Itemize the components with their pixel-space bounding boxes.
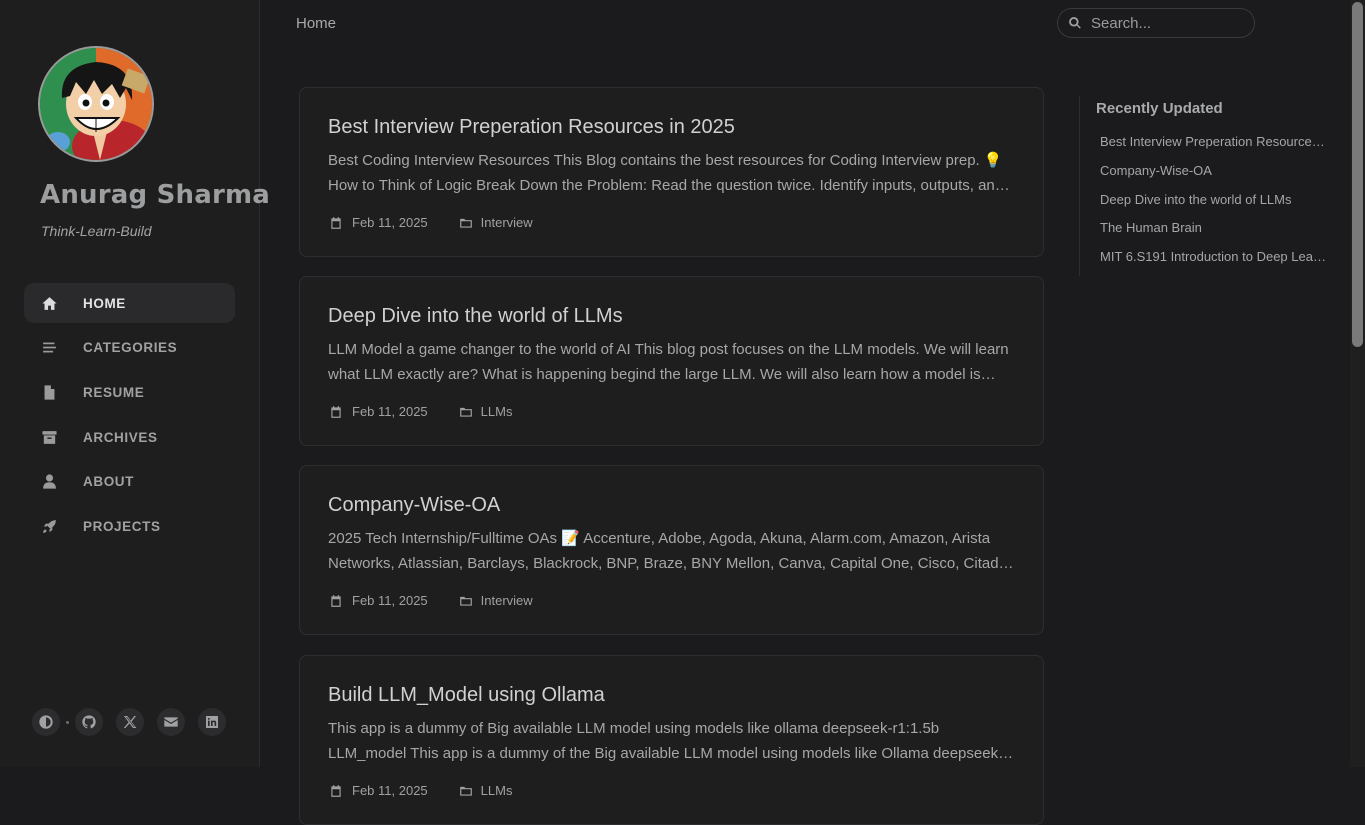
sidebar-item-label: PROJECTS <box>83 518 161 534</box>
post-card[interactable]: Build LLM_Model using Ollama This app is… <box>299 655 1044 825</box>
post-date: Feb 11, 2025 <box>352 404 428 419</box>
post-category[interactable]: LLMs <box>481 404 513 419</box>
scrollbar-thumb[interactable] <box>1352 2 1363 347</box>
sidebar-item-archives[interactable]: ARCHIVES <box>24 417 235 457</box>
search-box[interactable] <box>1057 8 1255 38</box>
file-icon <box>40 383 58 401</box>
sidebar-item-projects[interactable]: PROJECTS <box>24 506 235 546</box>
search-icon <box>1069 17 1081 29</box>
sidebar-item-label: HOME <box>83 295 126 311</box>
post-excerpt: This app is a dummy of Big available LLM… <box>328 720 1004 762</box>
post-title[interactable]: Company-Wise-OA <box>328 494 500 517</box>
page-scrollbar[interactable] <box>1350 0 1365 767</box>
post-excerpt: LLM Model a game changer to the world of… <box>328 341 1009 383</box>
post-card[interactable]: Best Interview Preperation Resources in … <box>299 87 1044 257</box>
calendar-icon <box>331 594 341 607</box>
sidebar-item-about[interactable]: ABOUT <box>24 462 235 502</box>
folder-icon <box>459 596 472 606</box>
sidebar-bottom-links <box>32 706 239 738</box>
folder-icon <box>459 407 472 417</box>
folder-icon <box>459 786 472 796</box>
calendar-icon <box>331 216 341 229</box>
sidebar-item-home[interactable]: HOME <box>24 283 235 323</box>
post-card[interactable]: Deep Dive into the world of LLMs LLM Mod… <box>299 276 1044 446</box>
recent-post-link[interactable]: The Human Brain <box>1100 220 1326 249</box>
calendar-icon <box>331 784 341 797</box>
post-meta: Feb 11, 2025 Interview <box>329 593 533 608</box>
stream-icon <box>40 339 58 357</box>
site-title[interactable]: Anurag Sharma <box>40 180 270 210</box>
site-subtitle: Think-Learn-Build <box>41 223 152 239</box>
sidebar-nav: HOME CATEGORIES RESUME ARCHIVES ABOUT PR… <box>24 283 235 551</box>
user-icon <box>40 473 58 491</box>
post-meta: Feb 11, 2025 LLMs <box>329 783 512 798</box>
recently-updated-heading: Recently Updated <box>1096 100 1223 117</box>
calendar-icon <box>331 405 341 418</box>
recently-updated-list: Best Interview Preperation Resources in … <box>1100 134 1326 278</box>
post-title[interactable]: Build LLM_Model using Ollama <box>328 684 605 707</box>
post-date: Feb 11, 2025 <box>352 783 428 798</box>
post-category[interactable]: Interview <box>481 593 533 608</box>
recent-post-link[interactable]: Company-Wise-OA <box>1100 163 1326 192</box>
post-date: Feb 11, 2025 <box>352 215 428 230</box>
search-input[interactable] <box>1089 13 1243 33</box>
post-date: Feb 11, 2025 <box>352 593 428 608</box>
archive-icon <box>40 428 58 446</box>
post-title[interactable]: Deep Dive into the world of LLMs <box>328 305 623 328</box>
separator-dot <box>66 720 69 724</box>
github-icon[interactable] <box>75 708 103 736</box>
linkedin-icon[interactable] <box>198 708 226 736</box>
theme-toggle-icon[interactable] <box>32 708 60 736</box>
rocket-icon <box>40 517 58 535</box>
post-excerpt: 2025 Tech Internship/Fulltime OAs 📝 Acce… <box>328 530 1015 572</box>
post-card[interactable]: Company-Wise-OA 2025 Tech Internship/Ful… <box>299 465 1044 635</box>
sidebar-item-label: CATEGORIES <box>83 340 178 356</box>
sidebar-item-label: RESUME <box>83 384 145 400</box>
recently-updated-panel: Recently Updated Best Interview Preperat… <box>1079 96 1330 276</box>
x-twitter-icon[interactable] <box>116 708 144 736</box>
post-category[interactable]: LLMs <box>481 783 513 798</box>
recent-post-link[interactable]: MIT 6.S191 Introduction to Deep Learning <box>1100 249 1326 278</box>
post-meta: Feb 11, 2025 LLMs <box>329 404 512 419</box>
recent-post-link[interactable]: Best Interview Preperation Resources in … <box>1100 134 1326 163</box>
sidebar-item-categories[interactable]: CATEGORIES <box>24 328 235 368</box>
email-icon[interactable] <box>157 708 185 736</box>
breadcrumb: Home <box>296 15 337 32</box>
recent-post-link[interactable]: Deep Dive into the world of LLMs <box>1100 192 1326 221</box>
folder-icon <box>459 218 472 228</box>
sidebar-item-label: ABOUT <box>83 474 134 490</box>
post-title[interactable]: Best Interview Preperation Resources in … <box>328 116 735 139</box>
sidebar-item-label: ARCHIVES <box>83 429 158 445</box>
post-category[interactable]: Interview <box>481 215 533 230</box>
avatar[interactable] <box>38 46 154 162</box>
post-meta: Feb 11, 2025 Interview <box>329 215 533 230</box>
home-icon <box>40 294 58 312</box>
sidebar: Anurag Sharma Think-Learn-Build HOME CAT… <box>0 0 270 767</box>
sidebar-item-resume[interactable]: RESUME <box>24 372 235 412</box>
post-excerpt: Best Coding Interview Resources This Blo… <box>328 152 1004 194</box>
